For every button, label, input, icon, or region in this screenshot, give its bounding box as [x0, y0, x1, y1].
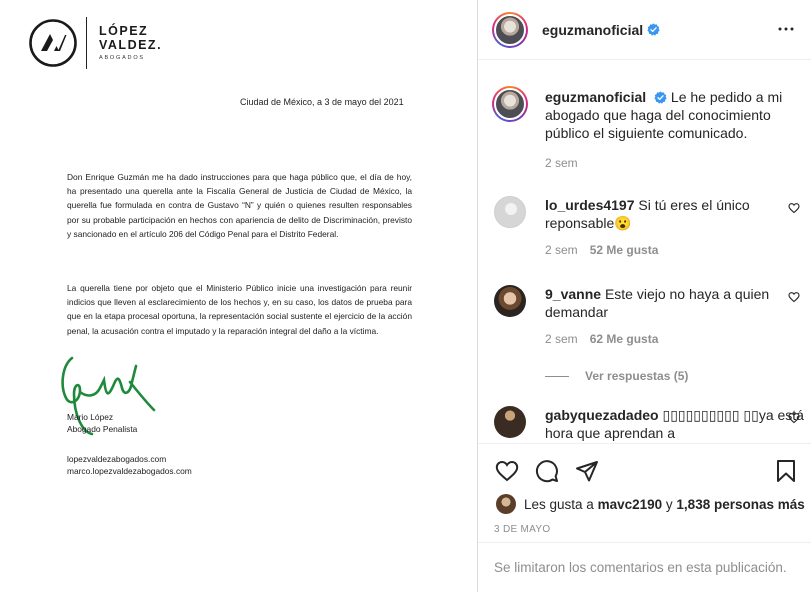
document-date: Ciudad de México, a 3 de mayo del 2021 — [240, 97, 404, 107]
post-date[interactable]: 3 DE MAYO — [494, 524, 550, 535]
comment-avatar[interactable] — [494, 196, 526, 228]
likes-summary: Les gusta a mavc2190 y 1,838 personas má… — [496, 494, 805, 514]
comment-time[interactable]: 2 sem — [545, 332, 578, 346]
post-header: eguzmanoficial — [478, 0, 811, 60]
comment-username[interactable]: lo_urdes4197 — [545, 197, 635, 213]
likes-count[interactable]: 1,838 personas más — [676, 497, 804, 512]
share-paper-plane-icon[interactable] — [575, 459, 599, 483]
save-bookmark-icon[interactable] — [774, 459, 798, 483]
likes-mid: y — [665, 496, 673, 512]
caption-avatar[interactable] — [492, 86, 528, 122]
law-firm-logo-icon — [29, 19, 77, 67]
view-replies-label: Ver respuestas (5) — [585, 369, 689, 383]
comment-avatar[interactable] — [494, 406, 526, 438]
liker-avatar[interactable] — [496, 494, 516, 514]
law-firm-logo: LÓPEZ VALDEZ. ABOGADOS — [28, 17, 162, 69]
post-actions: Les gusta a mavc2190 y 1,838 personas má… — [478, 443, 811, 543]
document-signer: Mario López Abogado Penalista — [67, 412, 137, 435]
caption: eguzmanoficial Le he pedido a mi abogado… — [492, 86, 804, 170]
comment-username[interactable]: 9_vanne — [545, 286, 601, 302]
comment-item: gabyquezadadeo ▯▯▯▯▯▯▯▯▯▯ ▯▯ya está hora… — [494, 406, 804, 442]
post-image-document: LÓPEZ VALDEZ. ABOGADOS Ciudad de México,… — [0, 0, 478, 592]
signer-name: Mario López — [67, 412, 114, 422]
comment-bubble-icon[interactable] — [535, 459, 559, 483]
comment-like-heart-icon[interactable] — [788, 202, 800, 214]
comment-like-heart-icon[interactable] — [788, 291, 800, 303]
likes-prefix: Les gusta a — [524, 496, 594, 512]
document-websites: lopezvaldezabogados.com marco.lopezvalde… — [67, 454, 192, 477]
caption-username[interactable]: eguzmanoficial — [545, 89, 646, 105]
website-2: marco.lopezvaldezabogados.com — [67, 465, 192, 476]
comments-list[interactable]: eguzmanoficial Le he pedido a mi abogado… — [478, 61, 811, 442]
comment-likes[interactable]: 62 Me gusta — [590, 332, 659, 346]
verified-badge-icon — [654, 91, 667, 104]
comment-item: 9_vanne Este viejo no haya a quien deman… — [494, 285, 804, 346]
signer-title: Abogado Penalista — [67, 423, 138, 434]
likes-user[interactable]: mavc2190 — [598, 497, 663, 512]
website-1: lopezvaldezabogados.com — [67, 454, 167, 464]
logo-subtitle: ABOGADOS — [99, 54, 145, 61]
comments-limited-note: Se limitaron los comentarios en esta pub… — [478, 542, 811, 592]
post-panel: eguzmanoficial eguzmanoficial Le he pedi… — [478, 0, 811, 592]
comment-avatar[interactable] — [494, 285, 526, 317]
caption-time[interactable]: 2 sem — [545, 156, 578, 170]
comment-item: lo_urdes4197 Si tú eres el único reponsa… — [494, 196, 804, 257]
verified-badge-icon — [647, 23, 660, 36]
comment-like-heart-icon[interactable] — [788, 412, 800, 424]
document-paragraph-1: Don Enrique Guzmán me ha dado instruccio… — [67, 172, 412, 239]
comment-username[interactable]: gabyquezadadeo — [545, 407, 659, 423]
comment-likes[interactable]: 52 Me gusta — [590, 243, 659, 257]
more-options-icon[interactable] — [777, 22, 795, 36]
author-avatar[interactable] — [492, 11, 528, 48]
logo-name-line2: VALDEZ. — [99, 38, 163, 53]
view-replies-button[interactable]: Ver respuestas (5) — [545, 369, 688, 383]
like-heart-icon[interactable] — [495, 459, 519, 483]
author-username[interactable]: eguzmanoficial — [542, 22, 643, 38]
logo-name-line1: LÓPEZ — [99, 23, 149, 38]
document-paragraph-2: La querella tiene por objeto que el Mini… — [67, 283, 412, 336]
comment-time[interactable]: 2 sem — [545, 243, 578, 257]
